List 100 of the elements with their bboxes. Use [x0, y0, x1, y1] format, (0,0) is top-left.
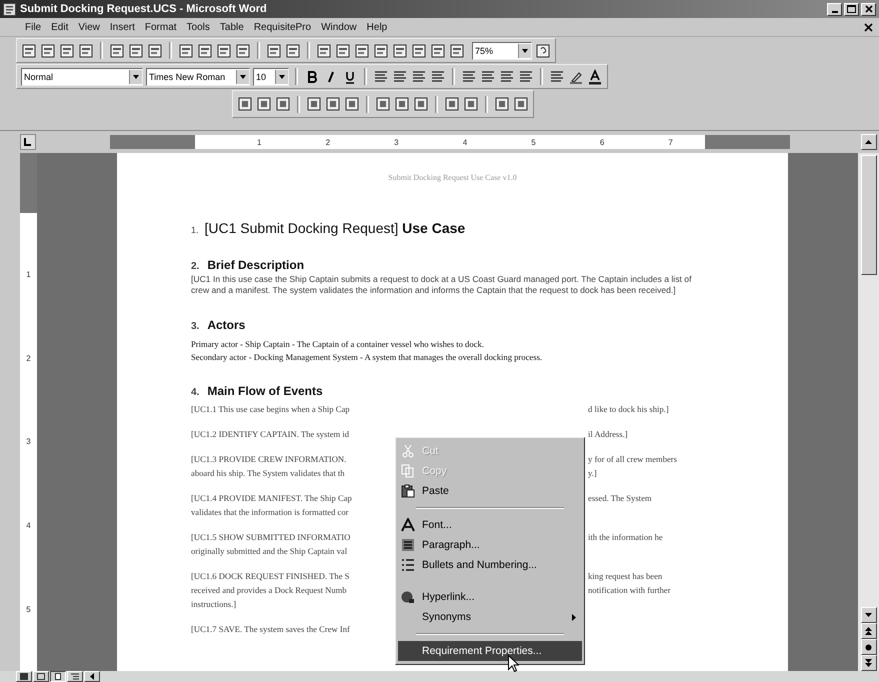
ruler-number: 6: [600, 138, 604, 146]
zoom-dropdown[interactable]: 75%: [472, 42, 532, 60]
align-left-icon[interactable]: [373, 68, 389, 84]
minimize-button[interactable]: [827, 2, 842, 16]
submenu-arrow-icon: [572, 614, 576, 620]
page-header: Submit Docking Request Use Case v1.0: [387, 173, 518, 182]
letter-a-icon: [401, 518, 415, 532]
clipboard-icon: [401, 484, 415, 498]
ruler-number: 2: [326, 138, 330, 146]
align-right-icon[interactable]: [411, 68, 427, 84]
ruler-number: 1: [257, 138, 262, 146]
text-line: notification with further: [588, 584, 672, 597]
ruler-number: 3: [26, 437, 31, 446]
text-line: essed. The System: [588, 492, 653, 505]
font-color-icon[interactable]: [587, 68, 603, 84]
font-dropdown[interactable]: Times New Roman: [146, 68, 250, 86]
ruler-number: 5: [26, 604, 31, 614]
bulleted-list-icon: [401, 558, 415, 572]
text-line: instructions.]: [191, 598, 238, 611]
section-heading: Actors: [207, 318, 246, 332]
circle-icon: [865, 644, 872, 650]
close-document-icon[interactable]: [864, 22, 873, 32]
text-line: aboard his ship. The System validates that th: [191, 467, 346, 480]
document-title: [UC1 Submit Docking Request] Use Case: [204, 220, 466, 236]
heading-number: 1.: [191, 225, 199, 235]
close-button[interactable]: [861, 2, 876, 16]
double-up-arrow-icon: [865, 627, 872, 635]
menu-item[interactable]: Table: [214, 22, 249, 32]
scroll-left-button[interactable]: [84, 671, 100, 682]
ruler-number: 4: [462, 138, 468, 146]
context-menu-item[interactable]: Hyperlink...: [398, 587, 582, 607]
ruler-number: 4: [26, 521, 31, 530]
text-line: [UC1.2 IDENTIFY CAPTAIN. The system id: [191, 428, 350, 441]
ruler-number: 2: [26, 354, 31, 363]
maximize-button[interactable]: [844, 2, 859, 16]
ruler-number: 3: [394, 138, 399, 146]
menu-item[interactable]: Insert: [104, 22, 140, 32]
menu-item[interactable]: Format: [140, 22, 182, 32]
paragraph: [UC1 In this use case the Ship Captain submits a request to dock at a US Coast Guard managed port. The Captain includes a list of crew and a manifest. The system validates the information and informs the Captain that the request to dock has been received.]: [191, 274, 692, 296]
section-heading: Main Flow of Events: [207, 384, 323, 398]
text-line: Secondary actor - Docking Management System - A system that manages the overall docking process.: [191, 351, 544, 364]
scroll-down-button[interactable]: [860, 607, 876, 623]
text-line: [UC1.6 DOCK REQUEST FINISHED. The S: [191, 570, 350, 583]
context-menu-item[interactable]: Paragraph...: [398, 535, 582, 555]
text-line: ith the information he: [588, 531, 664, 544]
heading-number: 4.: [191, 387, 200, 398]
text-line: Primary actor - Ship Captain - The Captain of a container vessel who wishes to dock.: [191, 338, 485, 351]
web-layout-button[interactable]: [33, 671, 49, 682]
scroll-up-button[interactable]: [860, 134, 876, 150]
tab-stop-icon[interactable]: [20, 134, 36, 150]
print-layout-button[interactable]: [50, 671, 66, 682]
close-icon: [864, 5, 872, 13]
up-arrow-icon: [865, 140, 872, 144]
normal-view-button[interactable]: [16, 671, 32, 682]
text-line: [UC1.5 SHOW SUBMITTED INFORMATIO: [191, 531, 352, 544]
heading-number: 3.: [191, 321, 200, 332]
next-page-button[interactable]: [860, 655, 876, 671]
text-line: [UC1.1 This use case begins when a Ship Cap: [191, 403, 351, 416]
text-line: y.]: [588, 467, 598, 480]
text-line: d like to dock his ship.]: [588, 403, 670, 416]
menu-item[interactable]: Window: [316, 22, 362, 32]
menu-item[interactable]: RequisitePro: [248, 22, 316, 32]
style-dropdown[interactable]: Normal: [21, 68, 143, 86]
previous-page-button[interactable]: [860, 623, 876, 639]
text-line: [UC1.3 PROVIDE CREW INFORMATION.: [191, 453, 348, 466]
text-line: [UC1.4 PROVIDE MANIFEST. The Ship Cap: [191, 492, 353, 505]
scroll-thumb[interactable]: [860, 155, 876, 275]
context-menu-item[interactable]: Font...: [398, 515, 582, 535]
menu-item[interactable]: Help: [362, 22, 392, 32]
center-icon[interactable]: [392, 68, 408, 84]
heading-number: 2.: [191, 261, 200, 272]
menu-item[interactable]: Tools: [182, 22, 215, 32]
text-line: king request has been: [588, 570, 664, 583]
text-line: originally submitted and the Ship Captain val: [191, 545, 348, 558]
scissors-icon: [401, 444, 415, 458]
justify-icon[interactable]: [430, 68, 446, 84]
text-line: y for of all crew members: [588, 453, 678, 466]
context-menu-item[interactable]: Paste: [398, 481, 582, 501]
double-down-arrow-icon: [865, 659, 872, 667]
paragraph-icon: [401, 538, 415, 552]
left-arrow-icon: [90, 673, 94, 680]
text-line: [UC1.7 SAVE. The system saves the Crew Inf: [191, 623, 351, 636]
text-line: il Address.]: [588, 428, 629, 441]
section-heading: Brief Description: [207, 258, 304, 272]
outline-view-button[interactable]: [67, 671, 83, 682]
menu-item[interactable]: Edit: [46, 22, 74, 32]
ruler-number: 7: [668, 138, 673, 146]
globe-link-icon: [401, 590, 415, 604]
browse-object-button[interactable]: [860, 639, 876, 655]
font-size-dropdown[interactable]: 10: [253, 68, 289, 86]
text-line: received and provides a Dock Request Numb: [191, 584, 348, 597]
context-menu-item[interactable]: Synonyms: [398, 607, 582, 627]
menu-item[interactable]: View: [73, 22, 105, 32]
context-menu-item[interactable]: Requirement Properties...: [398, 641, 582, 661]
context-menu-item[interactable]: Bullets and Numbering...: [398, 555, 582, 575]
down-arrow-icon: [865, 613, 872, 617]
ruler-number: 1: [26, 270, 31, 280]
window-title: Submit Docking Request.UCS - Microsoft Word: [20, 3, 267, 15]
maximize-icon: [847, 5, 856, 13]
menu-item[interactable]: File: [20, 22, 46, 32]
